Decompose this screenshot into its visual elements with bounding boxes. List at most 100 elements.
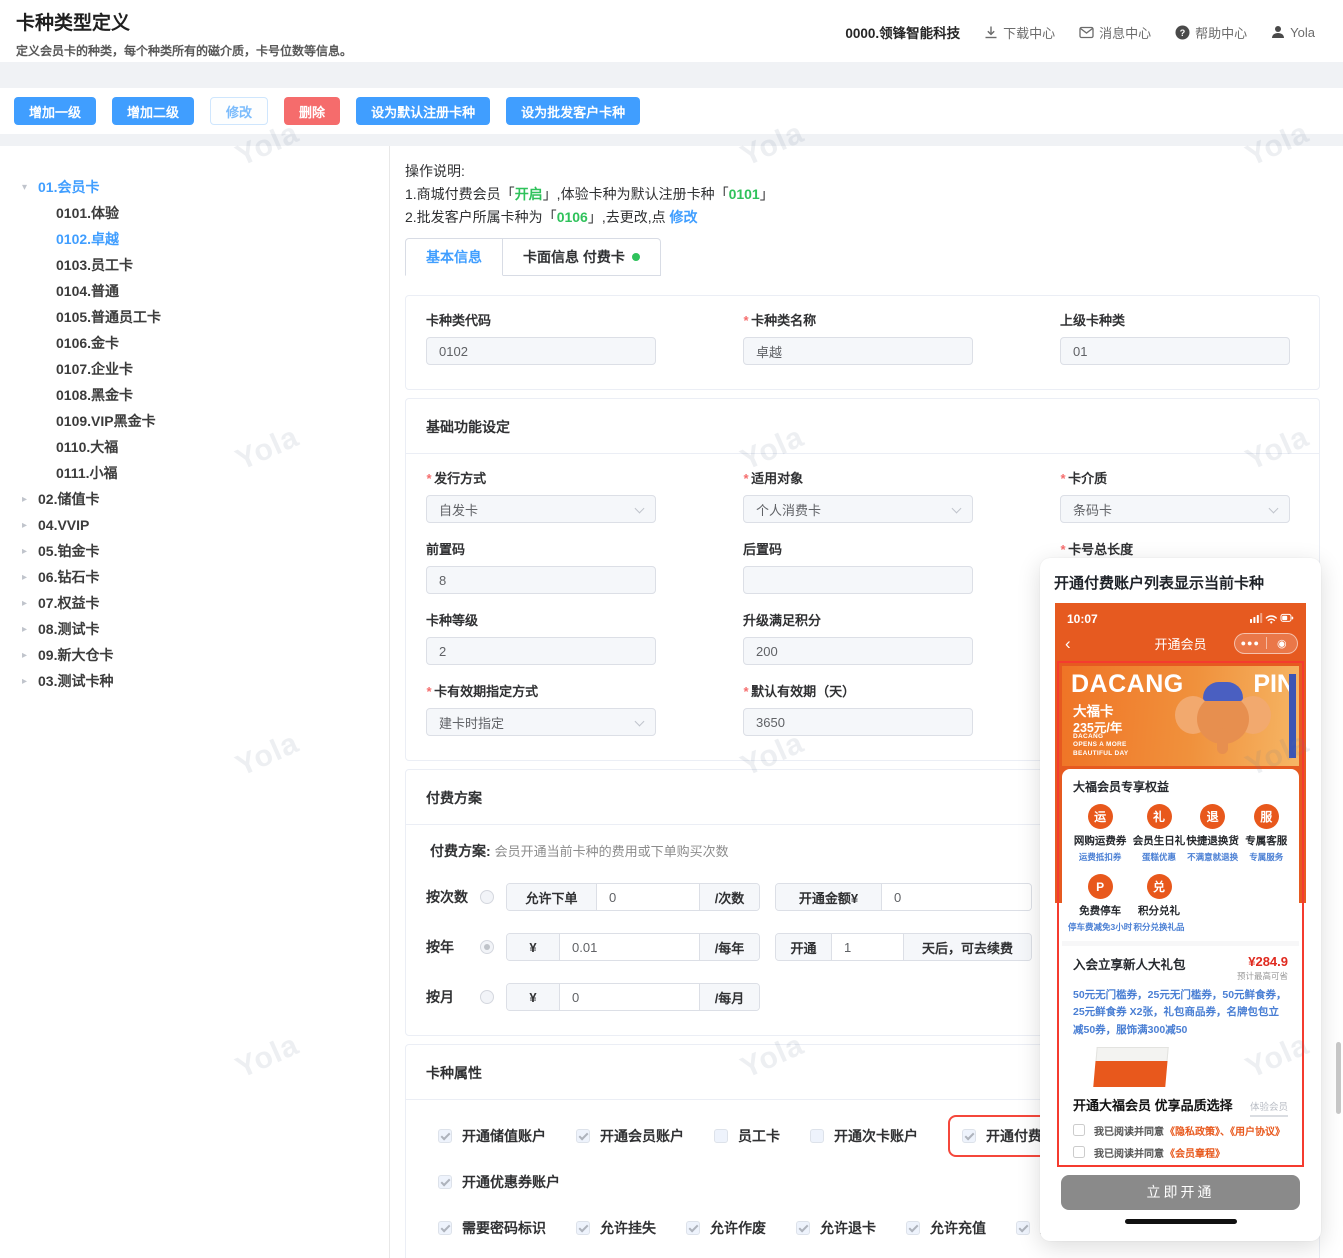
agreement-checkbox-icon	[1073, 1146, 1085, 1159]
tree-node-01[interactable]: ▾ 01.会员卡	[0, 174, 389, 200]
year-renew-days-input[interactable]: 1	[831, 934, 903, 960]
cake-icon: 礼	[1146, 804, 1172, 829]
code-input[interactable]: 0102	[426, 337, 656, 365]
account-bar: 0000.领锋智能科技 下载中心 消息中心 ? 帮助中心 Yola	[845, 18, 1315, 46]
user-menu[interactable]: Yola	[1271, 25, 1315, 40]
set-wholesale-button[interactable]: 设为批发客户卡种	[506, 97, 641, 125]
parent-input[interactable]: 01	[1060, 337, 1290, 365]
year-price-group: ¥ 0.01 /每年	[506, 933, 760, 961]
operation-instructions: 操作说明: 1.商城付费会员「开启」,体验卡种为默认注册卡种「0101」 2.批…	[405, 160, 1320, 229]
checkbox-allow-void[interactable]: 允许作废	[686, 1218, 766, 1238]
checkbox-icon	[438, 1129, 452, 1143]
parking-icon: P	[1087, 874, 1113, 899]
add-level1-button[interactable]: 增加一级	[14, 97, 97, 125]
tree-node-0111[interactable]: 0111.小福	[0, 460, 389, 486]
modify-button[interactable]: 修改	[210, 97, 269, 125]
field-level: 卡种等级 2	[426, 610, 656, 665]
tree-node-02[interactable]: ▸ 02.储值卡	[0, 486, 389, 512]
tree-node-0101[interactable]: 0101.体验	[0, 200, 389, 226]
field-points: 升级满足积分 200	[743, 610, 973, 665]
checkbox-allow-recharge[interactable]: 允许充值	[906, 1218, 986, 1238]
by-times-radio[interactable]	[480, 890, 494, 904]
caret-right-icon: ▸	[22, 545, 28, 557]
tab-basic-info[interactable]: 基本信息	[405, 238, 503, 276]
instructions-line1: 1.商城付费会员「开启」,体验卡种为默认注册卡种「0101」	[405, 186, 774, 202]
tree-node-0109[interactable]: 0109.VIP黑金卡	[0, 408, 389, 434]
points-input[interactable]: 200	[743, 637, 973, 665]
tree-node-07[interactable]: ▸ 07.权益卡	[0, 590, 389, 616]
checkbox-times-card-account[interactable]: 开通次卡账户	[810, 1126, 918, 1146]
checkbox-icon	[686, 1221, 700, 1235]
validity-days-input[interactable]: 3650	[743, 708, 973, 736]
level-input[interactable]: 2	[426, 637, 656, 665]
issue-mode-select[interactable]: 自发卡	[426, 495, 656, 523]
phone-time: 10:07	[1067, 612, 1098, 626]
popup-title: 开通付费账户列表显示当前卡种	[1054, 575, 1265, 592]
tree-node-04[interactable]: ▸ 04.VVIP	[0, 512, 389, 538]
year-price-input[interactable]: 0.01	[559, 934, 699, 960]
tab-card-face[interactable]: 卡面信息 付费卡	[503, 238, 661, 276]
activate-now-button-image: 立即开通	[1061, 1174, 1300, 1210]
checkbox-icon	[1016, 1221, 1030, 1235]
by-year-radio[interactable]	[480, 940, 494, 954]
tree-node-0104[interactable]: 0104.普通	[0, 278, 389, 304]
tree-node-03[interactable]: ▸ 03.测试卡种	[0, 668, 389, 694]
caret-right-icon: ▸	[22, 675, 28, 687]
home-indicator	[1124, 1218, 1237, 1224]
checkbox-allow-loss-report[interactable]: 允许挂失	[576, 1218, 656, 1238]
tree-node-06[interactable]: ▸ 06.钻石卡	[0, 564, 389, 590]
tree-node-09[interactable]: ▸ 09.新大仓卡	[0, 642, 389, 668]
checkbox-stored-value-account[interactable]: 开通储值账户	[438, 1126, 546, 1146]
envelope-icon	[1079, 26, 1094, 39]
tree-node-05[interactable]: ▸ 05.铂金卡	[0, 538, 389, 564]
caret-right-icon: ▸	[22, 649, 28, 661]
benefit-free-parking: P 免费停车 停车费减免3小时	[1068, 874, 1132, 933]
benefits-title: 大福会员专享权益	[1073, 780, 1170, 794]
page-scrollbar-thumb[interactable]	[1336, 1042, 1341, 1114]
checkbox-need-password[interactable]: 需要密码标识	[438, 1218, 546, 1238]
checkbox-icon	[962, 1129, 976, 1143]
tree-node-0105[interactable]: 0105.普通员工卡	[0, 304, 389, 330]
promo-description: 50元无门槛券，25元无门槛券，50元鲜食券，25元鲜食券 X2张，礼包商品券，…	[1073, 989, 1287, 1036]
by-month-radio[interactable]	[480, 990, 494, 1004]
set-default-register-button[interactable]: 设为默认注册卡种	[356, 97, 491, 125]
membership-banner: DACANG PIN 大福卡 235元/年 DACANG OPENS A MOR…	[1062, 666, 1299, 766]
chevron-down-icon	[951, 503, 962, 514]
tree-node-0103[interactable]: 0103.员工卡	[0, 252, 389, 278]
add-level2-button[interactable]: 增加二级	[112, 97, 195, 125]
phone-status-bar: 10:07	[1055, 603, 1306, 629]
times-count-input[interactable]: 0	[596, 884, 699, 910]
checkbox-staff-card[interactable]: 员工卡	[714, 1126, 780, 1146]
brand-text: DACANG	[1071, 670, 1184, 698]
checkbox-member-account[interactable]: 开通会员账户	[576, 1126, 684, 1146]
month-price-input[interactable]: 0	[559, 984, 699, 1010]
field-medium: * 卡介质 条码卡	[1060, 468, 1290, 523]
tree-node-0106[interactable]: 0106.金卡	[0, 330, 389, 356]
checkbox-allow-return[interactable]: 允许退卡	[796, 1218, 876, 1238]
target-select[interactable]: 个人消费卡	[743, 495, 973, 523]
tree-node-0108[interactable]: 0108.黑金卡	[0, 382, 389, 408]
message-center-link[interactable]: 消息中心	[1079, 23, 1151, 42]
times-price-group: 允许下单 0 /次数	[506, 883, 760, 911]
suffix-input[interactable]	[743, 566, 973, 594]
medium-select[interactable]: 条码卡	[1060, 495, 1290, 523]
download-center-link[interactable]: 下载中心	[984, 23, 1055, 42]
caret-right-icon: ▸	[22, 571, 28, 583]
delete-button[interactable]: 删除	[284, 97, 341, 125]
more-icon: ●●●	[1240, 638, 1260, 648]
benefit-points-gift: 兑积分兑礼 积分兑换礼品	[1132, 874, 1186, 933]
times-amount-input[interactable]: 0	[881, 884, 1031, 910]
modify-link[interactable]: 修改	[670, 209, 698, 225]
prefix-input[interactable]: 8	[426, 566, 656, 594]
help-center-link[interactable]: ? 帮助中心	[1175, 23, 1247, 42]
checkbox-coupon-account[interactable]: 开通优惠券账户	[438, 1172, 560, 1192]
checkbox-icon	[906, 1221, 920, 1235]
tree-node-0110[interactable]: 0110.大福	[0, 434, 389, 460]
tree-node-08[interactable]: ▸ 08.测试卡	[0, 616, 389, 642]
tree-node-0102-selected[interactable]: 0102.卓越	[0, 226, 389, 252]
user-icon	[1271, 25, 1285, 39]
name-input[interactable]: 卓越	[743, 337, 973, 365]
green-dot-icon	[631, 253, 640, 261]
validity-mode-select[interactable]: 建卡时指定	[426, 708, 656, 736]
tree-node-0107[interactable]: 0107.企业卡	[0, 356, 389, 382]
